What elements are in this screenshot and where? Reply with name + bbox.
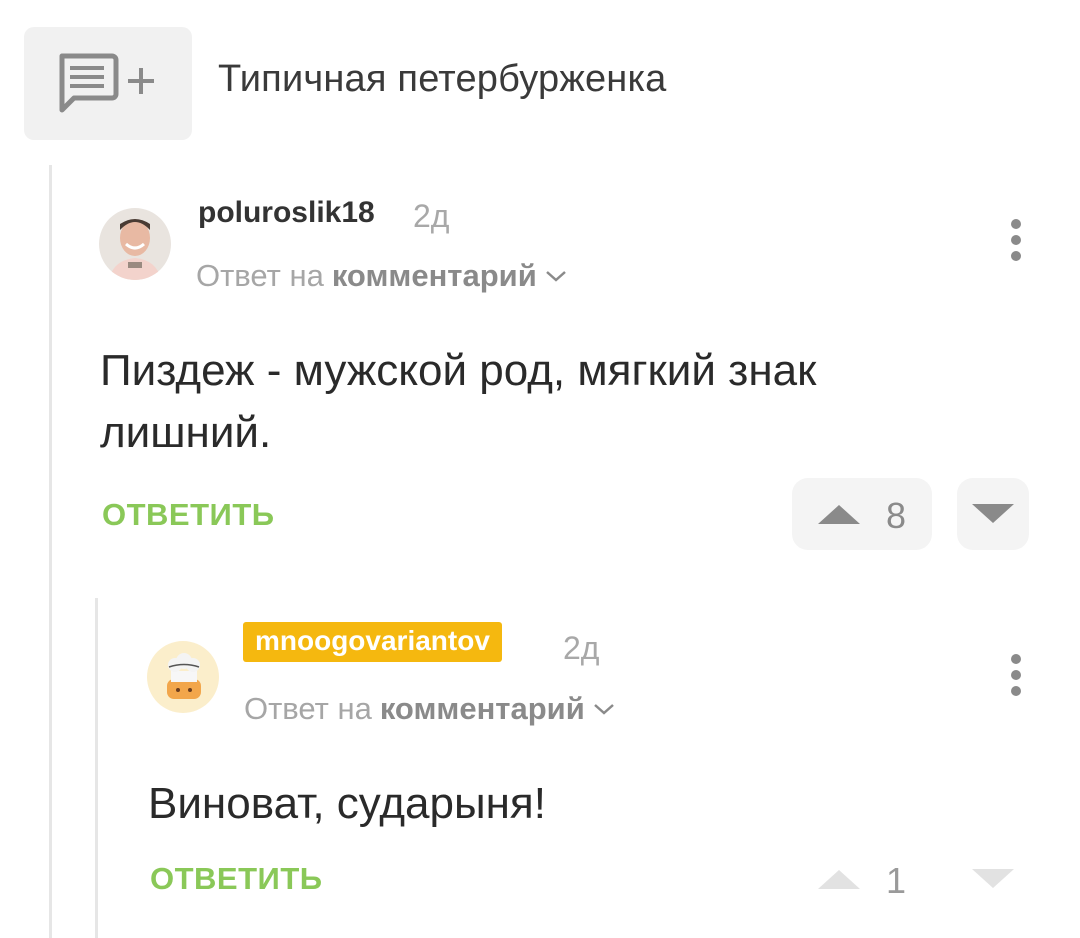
more-options-button[interactable] <box>1006 651 1026 699</box>
comment-plus-icon <box>59 53 154 112</box>
cake-chef-icon <box>147 641 219 713</box>
reply-button[interactable]: ОТВЕТИТЬ <box>150 861 323 897</box>
comment-author[interactable]: mnoogovariantov <box>243 622 502 662</box>
comment-time: 2д <box>413 198 450 234</box>
downvote-button[interactable] <box>957 843 1029 915</box>
user-photo-icon <box>99 208 171 280</box>
reply-button[interactable]: ОТВЕТИТЬ <box>102 497 275 533</box>
triangle-up-icon <box>818 505 860 524</box>
reply-to-target: комментарий <box>331 258 537 293</box>
chevron-down-icon <box>545 271 566 282</box>
thread-line[interactable] <box>49 165 52 938</box>
rating-count: 1 <box>886 860 907 901</box>
upvote-button[interactable] <box>806 843 932 915</box>
more-options-button[interactable] <box>1006 216 1026 264</box>
avatar[interactable] <box>147 641 219 713</box>
thread-line[interactable] <box>95 598 98 938</box>
kebab-menu-icon <box>1011 219 1021 261</box>
upvote-button[interactable] <box>792 478 932 550</box>
triangle-down-icon <box>972 504 1014 523</box>
chevron-down-icon <box>593 704 614 715</box>
kebab-menu-icon <box>1011 654 1021 696</box>
comment-text: Виноват, сударыня! <box>148 779 546 828</box>
subscribe-comments-button[interactable] <box>24 27 192 140</box>
reply-to-prefix: Ответ на <box>196 258 324 293</box>
triangle-down-icon <box>972 869 1014 888</box>
reply-to-prefix: Ответ на <box>244 691 372 726</box>
page-title: Типичная петербурженка <box>218 58 667 100</box>
reply-to-link[interactable]: Ответ на комментарий <box>196 258 567 294</box>
comment-text: Пиздеж - мужской род, мягкий знак лишний… <box>100 346 817 457</box>
comments-screen: Типичная петербурженка poluroslik18 2д О… <box>0 0 1080 938</box>
comment-author[interactable]: poluroslik18 <box>198 196 375 230</box>
downvote-button[interactable] <box>957 478 1029 550</box>
triangle-up-icon <box>818 870 860 889</box>
comment-time: 2д <box>563 630 600 666</box>
rating-count: 8 <box>886 495 907 536</box>
reply-to-target: комментарий <box>379 691 585 726</box>
avatar[interactable] <box>99 208 171 280</box>
reply-to-link[interactable]: Ответ на комментарий <box>244 691 615 727</box>
